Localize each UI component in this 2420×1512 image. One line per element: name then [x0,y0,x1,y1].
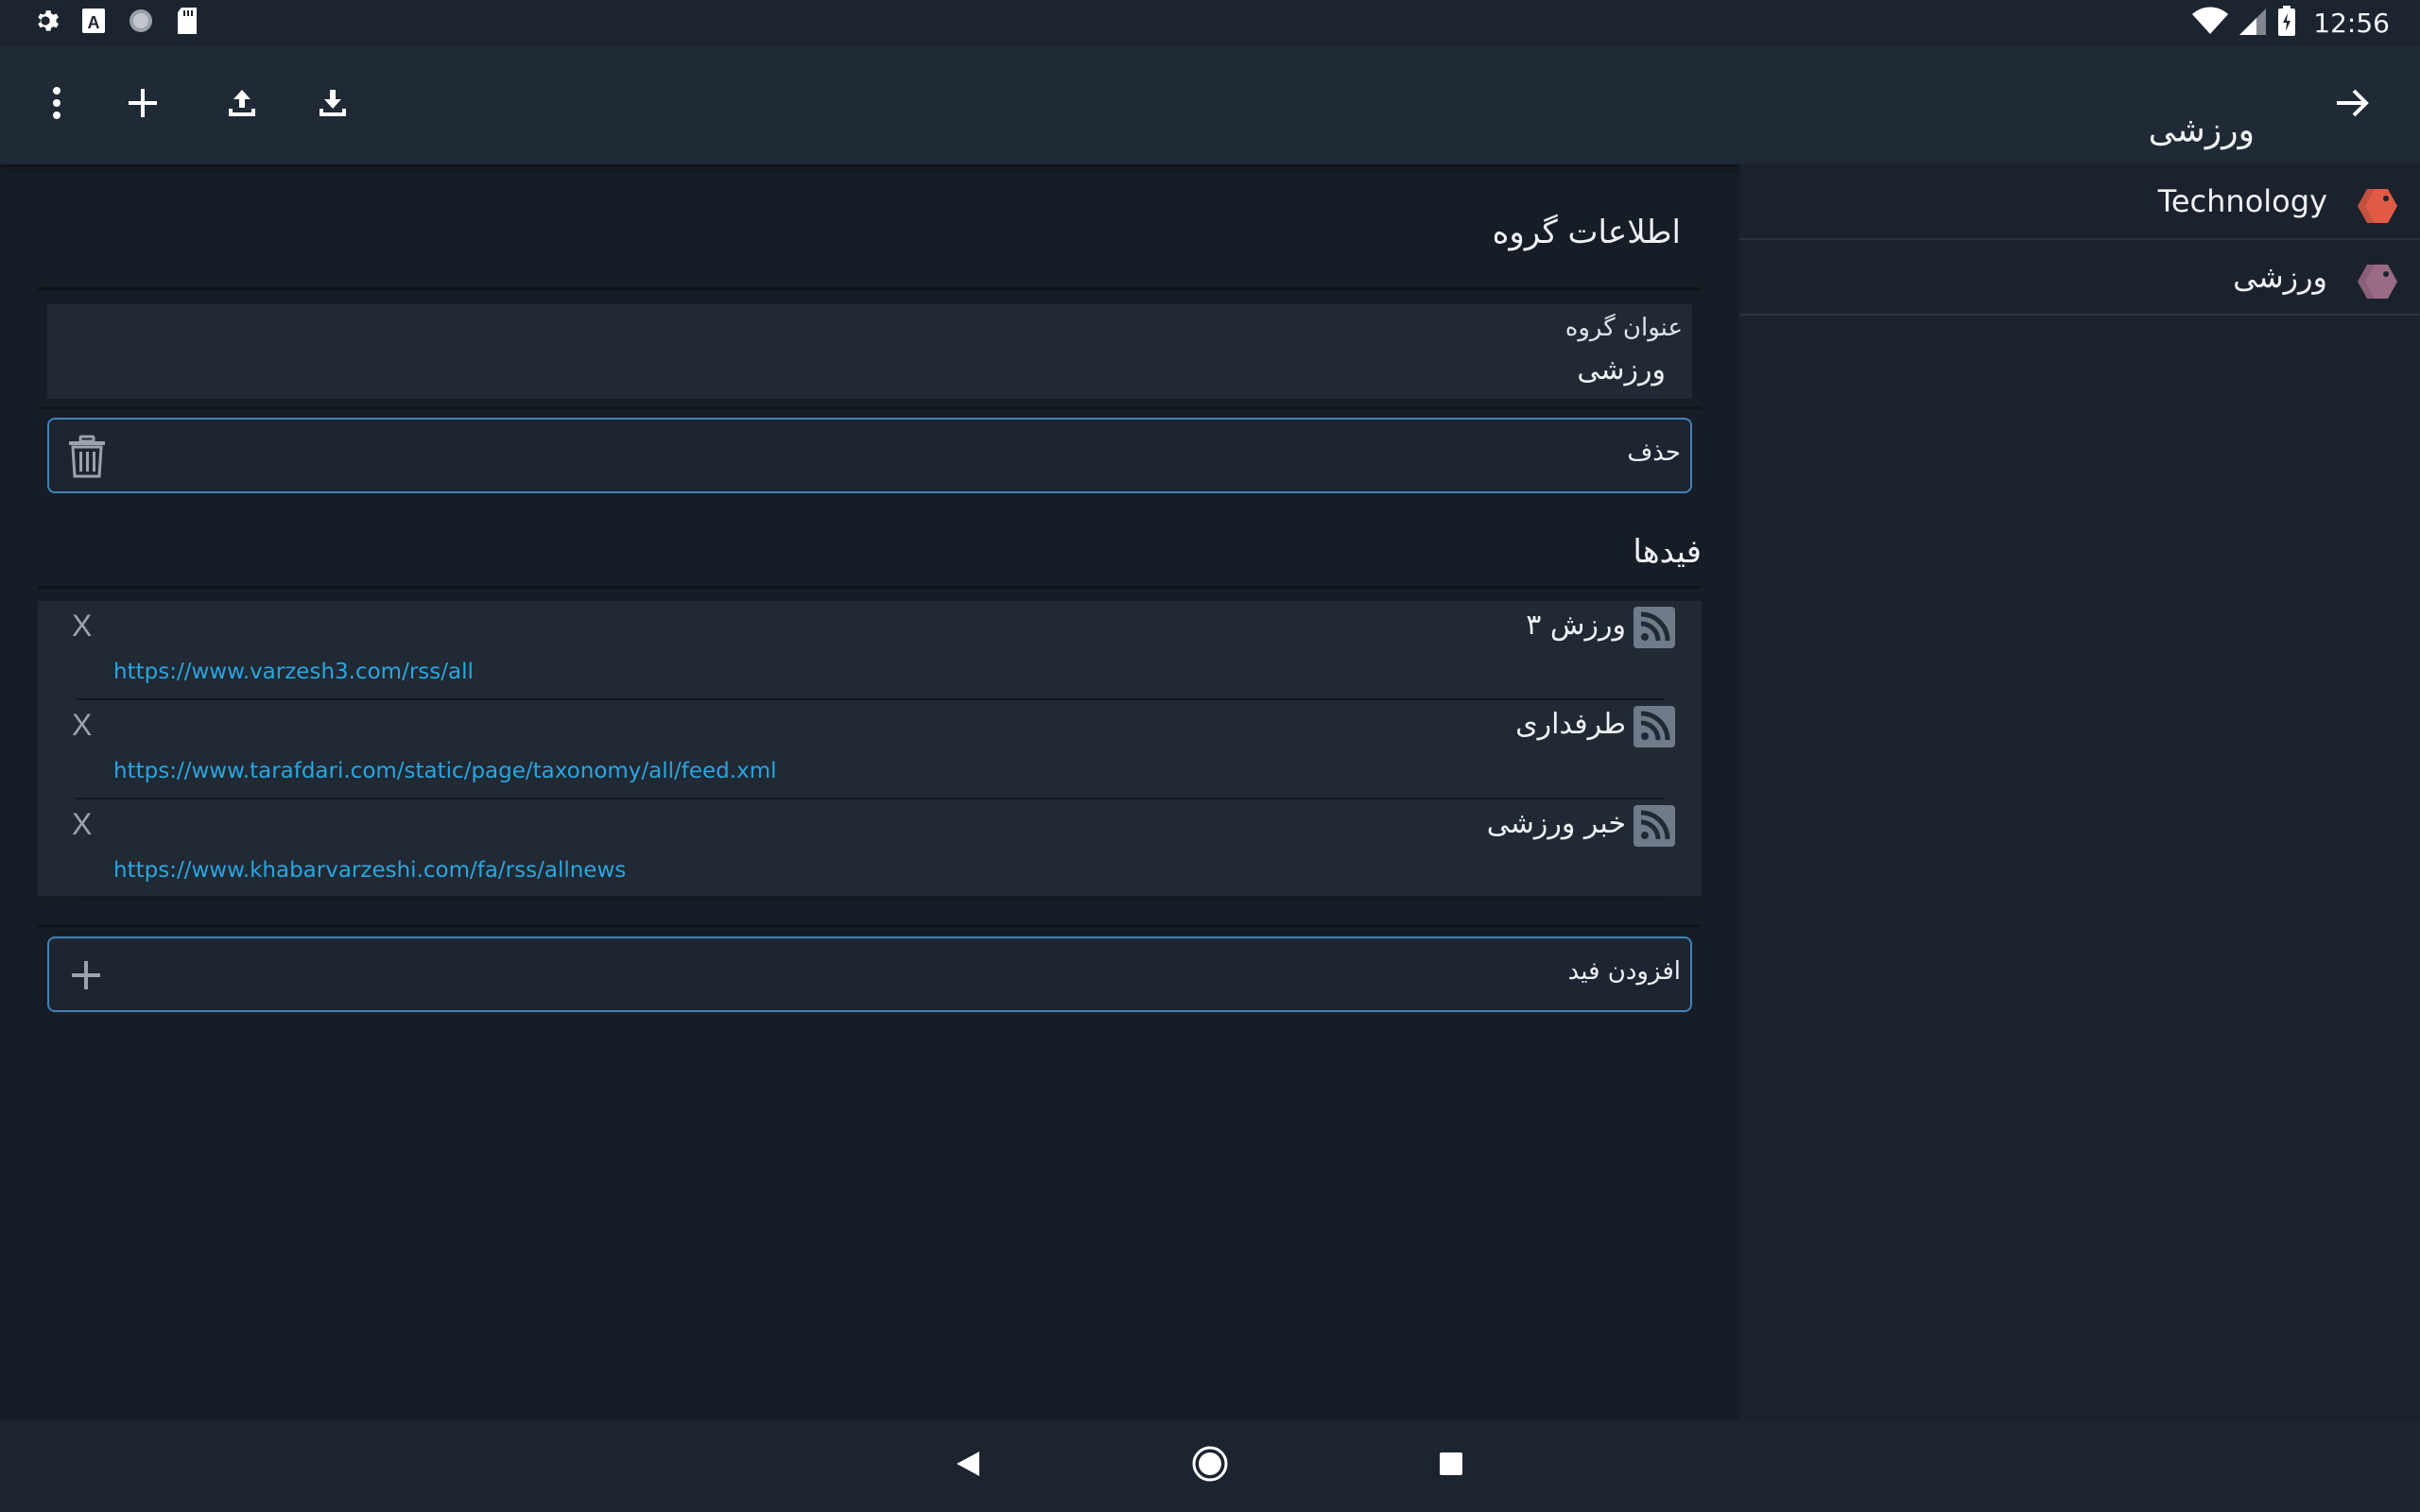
toolbar-title: ورزشی [2148,111,2255,150]
add-icon [72,961,100,993]
more-options-button[interactable] [28,77,85,133]
feed-url-link[interactable]: https://www.khabarvarzeshi.com/fa/rss/al… [113,858,626,883]
rss-icon [1634,706,1675,751]
text-a-icon: A [81,8,106,38]
group-info-title: اطلاعات گروه [1492,214,1681,251]
signal-icon [2239,7,2267,39]
feed-name: ورزش ۳ [1526,609,1626,642]
tag-icon [2356,263,2399,304]
remove-feed-button[interactable]: X [72,807,92,842]
trash-icon [66,435,108,482]
feed-item[interactable]: طرفداری X https://www.tarafdari.com/stat… [38,700,1702,799]
feed-item[interactable]: ورزش ۳ X https://www.varzesh3.com/rss/al… [38,601,1702,700]
upload-icon [227,88,257,122]
remove-feed-button[interactable]: X [72,609,92,644]
sidebar-item-technology[interactable]: Technology [1739,164,2420,240]
status-left-icons: A [30,6,199,40]
more-vert-icon [51,86,62,124]
wifi-icon [2192,7,2229,39]
download-icon [318,88,348,122]
back-button[interactable] [2324,77,2380,133]
group-detail-panel: اطلاعات گروه عنوان گروه ورزشی حذف فیدها … [0,164,1739,1419]
group-title-value[interactable]: ورزشی [1577,353,1666,387]
delete-label: حذف [1627,438,1681,467]
sidebar-item-varzeshi[interactable]: ورزشی [1739,240,2420,316]
system-nav-bar [0,1419,2420,1512]
sd-card-icon [176,7,199,39]
battery-icon [2277,6,2296,40]
add-feed-label: افزودن فید [1567,957,1681,986]
feed-name: خبر ورزشی [1486,807,1626,840]
feed-name: طرفداری [1515,708,1626,741]
divider [38,406,1702,409]
divider [76,897,1664,899]
sidebar-item-label: Technology [2157,183,2327,219]
divider [38,287,1702,290]
feeds-list: ورزش ۳ X https://www.varzesh3.com/rss/al… [38,601,1702,899]
feed-url-link[interactable]: https://www.tarafdari.com/static/page/ta… [113,759,777,783]
group-title-field[interactable]: عنوان گروه ورزشی [47,304,1692,399]
add-feed-button[interactable]: افزودن فید [47,936,1692,1012]
download-button[interactable] [304,77,361,133]
tag-icon [2356,187,2399,229]
app-toolbar: ورزشی [0,45,2420,164]
divider [38,586,1702,589]
circle-home-icon [1191,1445,1229,1486]
clock: 12:56 [2313,7,2390,39]
add-icon [129,89,157,121]
svg-text:A: A [88,13,100,32]
nav-recents-button[interactable] [1427,1442,1475,1489]
status-right-icons: 12:56 [2192,6,2390,40]
upload-button[interactable] [214,77,270,133]
group-title-label: عنوان گروه [1564,314,1683,342]
add-button[interactable] [114,77,171,133]
feeds-title: فیدها [1633,533,1702,571]
nav-home-button[interactable] [1186,1442,1234,1489]
arrow-right-icon [2335,88,2369,122]
sidebar-item-label: ورزشی [2233,259,2327,295]
remove-feed-button[interactable]: X [72,708,92,743]
rss-icon [1634,607,1675,652]
rss-icon [1634,805,1675,850]
square-recents-icon [1438,1451,1464,1481]
divider [38,924,1702,927]
triangle-back-icon [955,1450,981,1482]
feed-item[interactable]: خبر ورزشی X https://www.khabarvarzeshi.c… [38,799,1702,899]
circle-icon [127,7,155,39]
group-list: Technology ورزشی [1739,164,2420,1419]
delete-group-button[interactable]: حذف [47,418,1692,493]
nav-back-button[interactable] [944,1442,992,1489]
gear-icon [30,6,60,40]
status-bar: A 12:56 [0,0,2420,45]
feed-url-link[interactable]: https://www.varzesh3.com/rss/all [113,660,474,684]
